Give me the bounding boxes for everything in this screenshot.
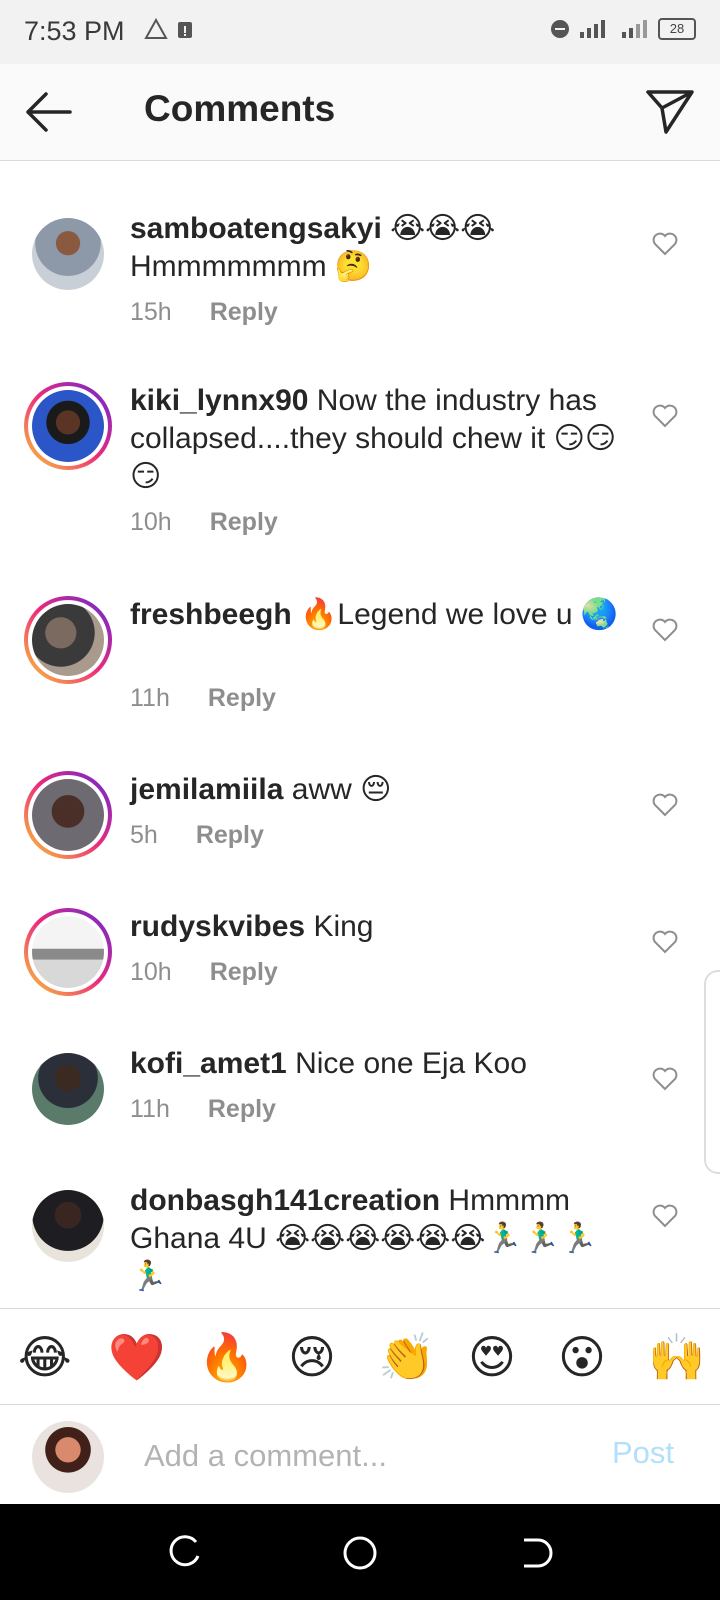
status-bar: 7:53 PM 28 (0, 0, 720, 64)
avatar[interactable] (24, 382, 112, 470)
comment-meta: 15h Reply (130, 298, 278, 327)
home-icon[interactable] (341, 1534, 379, 1572)
side-panel-handle[interactable] (704, 970, 720, 1174)
comment-meta: 11h Reply (130, 684, 276, 713)
comment-time: 5h (130, 821, 158, 849)
emoji-button[interactable]: 👏 (378, 1331, 435, 1383)
emoji-button[interactable]: 😢 (288, 1331, 336, 1383)
heart-outline-icon[interactable] (652, 618, 678, 642)
warning-icon (144, 18, 168, 39)
reply-button[interactable]: Reply (210, 298, 278, 327)
comment-username[interactable]: kiki_lynnx90 (130, 384, 308, 417)
reply-button[interactable]: Reply (208, 1095, 276, 1124)
heart-outline-icon[interactable] (652, 232, 678, 256)
emoji-button[interactable]: 🔥 (198, 1331, 255, 1383)
avatar[interactable] (24, 771, 112, 859)
status-icons-left (144, 18, 194, 40)
status-time: 7:53 PM (24, 16, 125, 46)
comment-message: 🔥Legend we love u 🌏 (300, 598, 619, 631)
alert-icon (178, 22, 192, 38)
emoji-button[interactable]: 😍 (468, 1331, 516, 1383)
paper-plane-icon[interactable] (644, 84, 696, 136)
comment-meta: 10h Reply (130, 958, 278, 987)
heart-outline-icon[interactable] (652, 793, 678, 817)
back-arrow-icon[interactable] (22, 88, 74, 136)
comment-text: kofi_amet1 Nice one Eja Koo (130, 1045, 622, 1083)
comment-username[interactable]: donbasgh141creation (130, 1184, 440, 1217)
comment-username[interactable]: freshbeegh (130, 598, 292, 631)
comment-text: freshbeegh 🔥Legend we love u 🌏 (130, 596, 622, 634)
heart-outline-icon[interactable] (652, 404, 678, 428)
comment-composer: Post (0, 1404, 720, 1505)
comment-message: King (313, 910, 374, 943)
back-icon[interactable] (516, 1534, 554, 1572)
avatar[interactable] (24, 1045, 112, 1133)
comment-time: 15h (130, 298, 172, 326)
comment-message: Nice one Eja Koo (295, 1047, 527, 1080)
comment-text: donbasgh141creation Hmmmm Ghana 4U 😭😭😭😭😭… (130, 1182, 622, 1296)
signal-2-icon (622, 20, 647, 38)
reply-button[interactable]: Reply (196, 821, 264, 850)
avatar[interactable] (24, 210, 112, 298)
comment-text: kiki_lynnx90 Now the industry has collap… (130, 382, 622, 496)
reply-button[interactable]: Reply (210, 508, 278, 537)
heart-outline-icon[interactable] (652, 1204, 678, 1228)
battery-icon: 28 (658, 18, 696, 40)
comment-meta: 11h Reply (130, 1095, 276, 1124)
current-user-avatar (32, 1421, 104, 1493)
comment-username[interactable]: samboatengsakyi (130, 212, 382, 245)
comment-username[interactable]: jemilamiila (130, 773, 283, 806)
heart-outline-icon[interactable] (652, 930, 678, 954)
comment-text: jemilamiila aww 😔 (130, 771, 622, 809)
quick-emoji-bar: 😂 ❤️ 🔥 😢 👏 😍 😮 🙌 (0, 1308, 720, 1405)
comment-time: 10h (130, 508, 172, 536)
comment-meta: 10h Reply (130, 508, 278, 537)
heart-outline-icon[interactable] (652, 1067, 678, 1091)
reply-button[interactable]: Reply (208, 684, 276, 713)
comment-text: rudyskvibes King (130, 908, 622, 946)
dnd-icon (551, 20, 569, 38)
comment-username[interactable]: kofi_amet1 (130, 1047, 287, 1080)
emoji-button[interactable]: 😮 (558, 1331, 606, 1383)
comment-item: donbasgh141creation Hmmmm Ghana 4U 😭😭😭😭😭… (0, 1182, 720, 1306)
header: Comments (0, 64, 720, 161)
comment-time: 11h (130, 684, 170, 712)
reply-button[interactable]: Reply (210, 958, 278, 987)
avatar[interactable] (24, 908, 112, 996)
avatar[interactable] (24, 1182, 112, 1270)
system-nav-bar (0, 1504, 720, 1600)
comment-text: samboatengsakyi 😭😭😭 Hmmmmmmm 🤔 (130, 210, 622, 286)
comment-time: 10h (130, 958, 172, 986)
post-button[interactable]: Post (612, 1435, 674, 1471)
comment-username[interactable]: rudyskvibes (130, 910, 305, 943)
signal-icon (580, 20, 605, 38)
comment-time: 11h (130, 1095, 170, 1123)
emoji-button[interactable]: ❤️ (108, 1331, 165, 1383)
comment-meta: 5h Reply (130, 821, 264, 850)
page-title: Comments (144, 88, 336, 129)
comment-message: aww 😔 (291, 773, 392, 806)
emoji-button[interactable]: 😂 (18, 1331, 72, 1383)
emoji-button[interactable]: 🙌 (648, 1331, 705, 1383)
status-icons-right: 28 (550, 18, 696, 40)
comment-input[interactable] (142, 1431, 586, 1481)
avatar[interactable] (24, 596, 112, 684)
recent-apps-icon[interactable] (166, 1534, 204, 1572)
